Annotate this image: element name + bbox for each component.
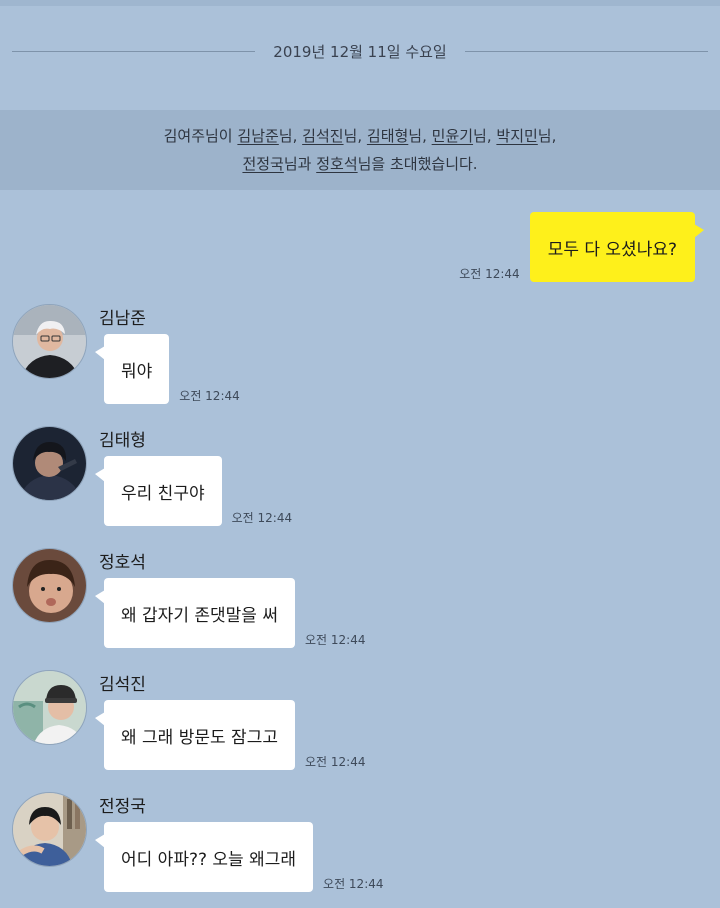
sender-name: 전정국 bbox=[99, 797, 146, 817]
avatar-kim-seokjin[interactable] bbox=[12, 670, 87, 745]
chat-message: 김태형 우리 친구야 오전 12:44 bbox=[12, 426, 702, 536]
chat-message: 김남준 뭐야 오전 12:44 bbox=[12, 304, 702, 414]
message-bubble[interactable]: 왜 갑자기 존댓말을 써 bbox=[95, 578, 295, 648]
sender-name: 정호석 bbox=[99, 553, 146, 573]
message-time: 오전 12:44 bbox=[231, 511, 293, 525]
invite-name-link[interactable]: 김남준 bbox=[237, 127, 278, 145]
invite-separator: 님, bbox=[473, 127, 497, 145]
invite-name-link[interactable]: 정호석 bbox=[316, 155, 357, 173]
avatar-kim-namjoon[interactable] bbox=[12, 304, 87, 379]
avatar-kim-taehyung[interactable] bbox=[12, 426, 87, 501]
invite-separator: 님, bbox=[278, 127, 303, 145]
invite-prefix: 김여주님이 bbox=[163, 127, 238, 145]
sender-name: 김태형 bbox=[99, 431, 146, 451]
invite-line-2: 전정국님과 정호석님을 초대했습니다. bbox=[242, 150, 477, 178]
invite-separator: 님, bbox=[408, 127, 432, 145]
message-time: 오전 12:44 bbox=[304, 755, 366, 769]
invite-line-1: 김여주님이 김남준님, 김석진님, 김태형님, 민윤기님, 박지민님, bbox=[164, 122, 557, 150]
bubble-row: 뭐야 오전 12:44 bbox=[94, 334, 240, 404]
bubble-row: 어디 아파?? 오늘 왜그래 오전 12:44 bbox=[94, 822, 384, 892]
invite-separator: 님, bbox=[343, 127, 367, 145]
bubble-row: 왜 갑자기 존댓말을 써 오전 12:44 bbox=[95, 578, 366, 648]
message-time: 오전 12:44 bbox=[323, 877, 384, 891]
avatar-jung-hoseok[interactable] bbox=[12, 548, 87, 623]
date-divider-line-right bbox=[464, 50, 709, 52]
bubble-row: 우리 친구야 오전 12:44 bbox=[95, 456, 293, 526]
invite-notice: 김여주님이 김남준님, 김석진님, 김태형님, 민윤기님, 박지민님, 전정국님… bbox=[0, 110, 720, 190]
bubble-row: 왜 그래 방문도 잠그고 오전 12:44 bbox=[95, 700, 366, 770]
top-strip bbox=[0, 0, 720, 6]
message-bubble[interactable]: 뭐야 bbox=[94, 334, 170, 404]
message-time: 오전 12:44 bbox=[304, 633, 366, 647]
message-bubble[interactable]: 어디 아파?? 오늘 왜그래 bbox=[94, 822, 314, 892]
chat-message: 정호석 왜 갑자기 존댓말을 써 오전 12:44 bbox=[12, 548, 702, 658]
message-time: 오전 12:44 bbox=[179, 389, 240, 403]
invite-text: 님과 bbox=[283, 155, 317, 173]
sender-name: 김남준 bbox=[99, 309, 146, 329]
message-bubble[interactable]: 우리 친구야 bbox=[95, 456, 222, 526]
invite-name-link[interactable]: 민윤기 bbox=[432, 127, 473, 145]
invite-name-link[interactable]: 김태형 bbox=[367, 127, 408, 145]
my-message-bubble[interactable]: 모두 다 오셨나요? bbox=[529, 212, 705, 282]
message-time: 오전 12:44 bbox=[459, 267, 520, 281]
invite-text: 님을 초대했습니다. bbox=[357, 155, 478, 173]
my-message-row: 오전 12:44 모두 다 오셨나요? bbox=[459, 212, 705, 282]
invite-separator: 님, bbox=[537, 127, 557, 145]
date-divider-line-left bbox=[12, 50, 256, 52]
invite-name-link[interactable]: 박지민 bbox=[496, 127, 537, 145]
invite-name-link[interactable]: 김석진 bbox=[302, 127, 343, 145]
avatar-jeon-jungkook[interactable] bbox=[12, 792, 87, 867]
sender-name: 김석진 bbox=[99, 675, 146, 695]
date-divider-text: 2019년 12월 11일 수요일 bbox=[273, 42, 447, 61]
chat-message: 김석진 왜 그래 방문도 잠그고 오전 12:44 bbox=[12, 670, 702, 780]
chat-message: 전정국 어디 아파?? 오늘 왜그래 오전 12:44 bbox=[12, 792, 702, 902]
date-divider: 2019년 12월 11일 수요일 bbox=[12, 36, 709, 66]
invite-name-link[interactable]: 전정국 bbox=[242, 155, 283, 173]
message-bubble[interactable]: 왜 그래 방문도 잠그고 bbox=[95, 700, 295, 770]
